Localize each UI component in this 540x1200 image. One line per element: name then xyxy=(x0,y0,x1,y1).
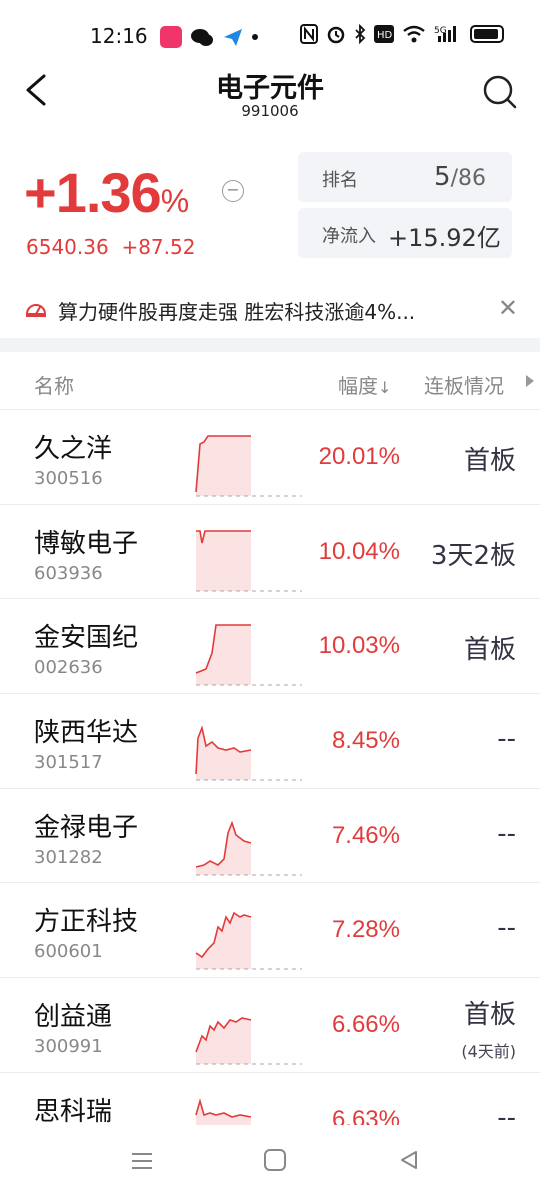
flow-value: +15.92亿 xyxy=(388,224,501,252)
change-percent: 8.45% xyxy=(331,727,400,755)
intraday-sparkline xyxy=(196,529,302,592)
stock-name: 金禄电子 xyxy=(34,812,139,843)
col-name: 名称 xyxy=(34,374,74,398)
flow-label: 净流入 xyxy=(322,226,376,247)
stock-name: 陕西华达 xyxy=(34,718,139,749)
send-icon xyxy=(224,29,242,46)
scroll-right-icon[interactable] xyxy=(526,375,534,387)
intraday-sparkline xyxy=(195,624,302,686)
table-row[interactable]: 金安国纪 002636 10.03% 首板 xyxy=(0,599,540,695)
stock-code: 301517 xyxy=(34,752,103,774)
close-icon[interactable]: ✕ xyxy=(498,294,518,322)
sector-code: 991006 xyxy=(241,102,299,120)
table-row[interactable]: 金禄电子 301282 7.46% -- xyxy=(0,789,540,884)
col-streak[interactable]: 连板情况 xyxy=(424,370,504,399)
alarm-icon xyxy=(327,26,345,44)
index-price: 6540.36 +87.52 xyxy=(26,235,196,259)
limit-up-streak: 首板 xyxy=(463,446,516,476)
gauge-icon xyxy=(25,304,47,317)
table-row[interactable]: 创益通 300991 6.66% 首板 (4天前) xyxy=(0,978,540,1073)
intraday-sparkline xyxy=(195,435,302,497)
streak-note: (4天前) xyxy=(461,1042,516,1062)
stock-name: 思科瑞 xyxy=(34,1096,113,1127)
more-notifications-icon xyxy=(252,34,258,40)
bluetooth-icon xyxy=(355,24,366,44)
svg-text:HD: HD xyxy=(377,30,393,41)
limit-up-streak: 3天2板 xyxy=(430,540,516,571)
stock-code: 600601 xyxy=(34,941,103,963)
collapse-icon[interactable]: − xyxy=(222,180,244,202)
stock-list: 久之洋 300516 20.01% 首板 博敏电子 603936 10.04% 3天2板 金安国… xyxy=(0,410,540,1168)
change-percent: 10.04% xyxy=(318,537,400,565)
table-row[interactable]: 博敏电子 603936 10.04% 3天2板 xyxy=(0,505,540,600)
system-icons: HD 5G xyxy=(300,24,504,44)
stock-name: 博敏电子 xyxy=(34,528,139,559)
net-inflow-box[interactable]: 净流入 +15.92亿 xyxy=(298,208,512,258)
intraday-sparkline xyxy=(195,1017,302,1065)
change-percent: +1.36% xyxy=(24,161,189,224)
stock-code: 300516 xyxy=(34,468,103,489)
limit-up-streak: -- xyxy=(497,818,516,849)
shopping-app-icon xyxy=(160,26,182,48)
page-header: 电子元件 991006 xyxy=(0,60,540,130)
wechat-icon xyxy=(191,29,213,46)
change-percent: 6.66% xyxy=(331,1011,400,1039)
rank-box[interactable]: 排名 5/86 xyxy=(298,152,512,202)
page-title: 电子元件 xyxy=(216,73,324,104)
menu-icon[interactable] xyxy=(130,1151,154,1171)
limit-up-streak: 首板 xyxy=(463,635,516,666)
stock-name: 方正科技 xyxy=(34,907,139,938)
stock-name: 金安国纪 xyxy=(34,623,139,654)
change-percent: 20.01% xyxy=(318,443,400,470)
change-percent: 7.28% xyxy=(331,916,400,944)
home-icon[interactable] xyxy=(264,1149,286,1171)
intraday-sparkline xyxy=(195,725,302,781)
rank-label: 排名 xyxy=(322,170,358,191)
back-triangle-icon[interactable] xyxy=(398,1149,420,1171)
news-headline: 算力硬件股再度走强 胜宏科技涨逾4%... xyxy=(58,300,416,324)
section-divider xyxy=(0,338,540,352)
limit-up-streak: -- xyxy=(497,724,516,755)
stock-code: 002636 xyxy=(34,657,103,679)
intraday-sparkline xyxy=(195,820,302,876)
search-icon[interactable] xyxy=(480,72,520,112)
news-banner[interactable]: 算力硬件股再度走强 胜宏科技涨逾4%... ✕ xyxy=(0,282,540,338)
change-percent: 7.46% xyxy=(331,821,400,849)
table-header: 名称 幅度↓ 连板情况 xyxy=(0,352,540,410)
table-row[interactable]: 陕西华达 301517 8.45% -- xyxy=(0,694,540,789)
stock-name: 创益通 xyxy=(34,1002,113,1033)
wifi-icon xyxy=(403,25,425,43)
limit-up-streak: 首板 xyxy=(463,1000,516,1031)
change-percent: 10.03% xyxy=(318,632,400,660)
table-row[interactable]: 方正科技 600601 7.28% -- xyxy=(0,883,540,979)
hd-icon: HD xyxy=(374,25,394,43)
system-nav-bar xyxy=(0,1125,540,1200)
limit-up-streak: -- xyxy=(497,913,516,944)
intraday-sparkline xyxy=(195,912,302,970)
col-range-sort[interactable]: 幅度↓ xyxy=(338,370,391,399)
sector-summary: +1.36% − 6540.36 +87.52 排名 5/86 净流入 +15.… xyxy=(0,140,540,270)
table-row[interactable]: 久之洋 300516 20.01% 首板 xyxy=(0,410,540,505)
status-time: 12:16 xyxy=(90,24,148,48)
nfc-icon xyxy=(300,24,318,44)
signal-5g-icon: 5G xyxy=(434,26,456,42)
stock-code: 300991 xyxy=(34,1036,103,1058)
stock-code: 301282 xyxy=(34,846,103,868)
sort-down-icon: ↓ xyxy=(378,378,392,397)
stock-code: 603936 xyxy=(34,562,103,584)
stock-name: 久之洋 xyxy=(34,434,113,464)
notification-icons xyxy=(160,26,258,48)
rank-value: 5/86 xyxy=(434,162,486,192)
battery-icon xyxy=(470,25,504,43)
